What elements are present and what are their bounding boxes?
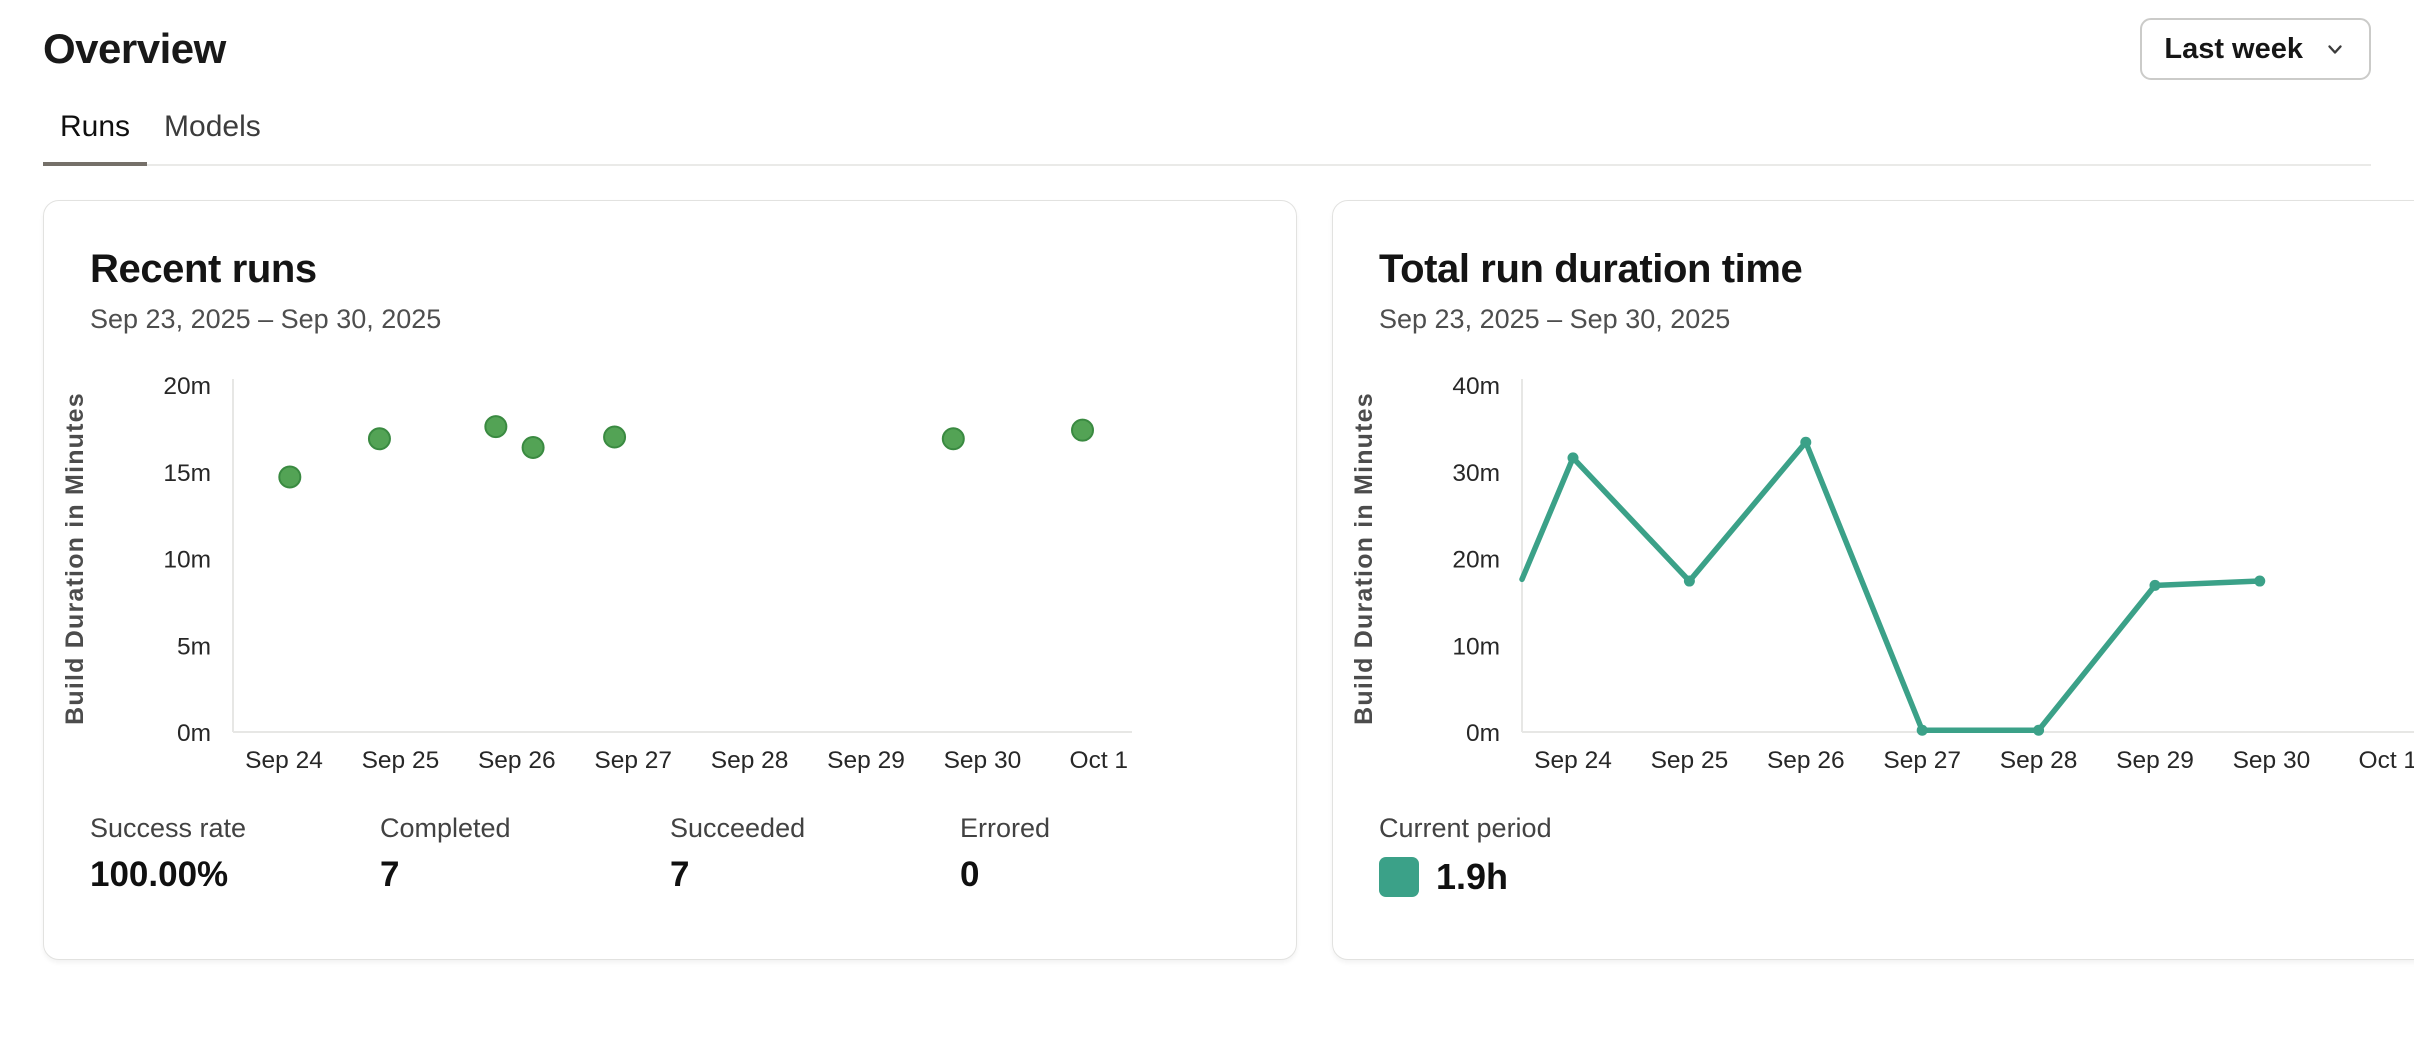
svg-text:Sep 29: Sep 29 xyxy=(827,747,905,774)
svg-text:Sep 29: Sep 29 xyxy=(2116,747,2194,774)
svg-text:Build Duration in Minutes: Build Duration in Minutes xyxy=(63,393,89,726)
stat-value: 100.00% xyxy=(90,855,380,895)
stat-value: 0 xyxy=(960,855,1250,895)
svg-text:Sep 26: Sep 26 xyxy=(478,747,556,774)
svg-text:Build Duration in Minutes: Build Duration in Minutes xyxy=(1352,393,1378,726)
stat-label: Succeeded xyxy=(670,812,960,844)
stat-completed: Completed 7 xyxy=(380,812,670,894)
svg-text:Sep 26: Sep 26 xyxy=(1767,747,1845,774)
stat-label: Errored xyxy=(960,812,1250,844)
period-selector-label: Last week xyxy=(2164,33,2303,66)
tab-runs[interactable]: Runs xyxy=(43,104,147,166)
stat-value: 7 xyxy=(380,855,670,895)
svg-text:40m: 40m xyxy=(1452,373,1500,400)
period-selector[interactable]: Last week xyxy=(2140,18,2371,80)
svg-text:Sep 30: Sep 30 xyxy=(944,747,1022,774)
stat-succeeded: Succeeded 7 xyxy=(670,812,960,894)
svg-text:Sep 27: Sep 27 xyxy=(594,747,672,774)
legend-label: Current period xyxy=(1379,812,2414,844)
stat-success-rate: Success rate 100.00% xyxy=(90,812,380,894)
svg-text:20m: 20m xyxy=(1452,547,1500,574)
overview-page: Overview Last week Runs Models Recent ru… xyxy=(0,0,2414,960)
total-duration-title: Total run duration time xyxy=(1379,245,2414,293)
chevron-down-icon xyxy=(2323,37,2347,61)
recent-runs-chart: 0m 5m 10m 15m 20m Sep 24 Sep 25 Sep 26 Sep 27 Sep… xyxy=(63,361,1250,786)
stat-label: Success rate xyxy=(90,812,380,844)
svg-text:Sep 27: Sep 27 xyxy=(1883,747,1961,774)
svg-text:Sep 24: Sep 24 xyxy=(1534,747,1612,774)
svg-text:Oct 1: Oct 1 xyxy=(1070,747,1129,774)
recent-runs-card: Recent runs Sep 23, 2025 – Sep 30, 2025 … xyxy=(43,200,1297,960)
svg-text:Sep 28: Sep 28 xyxy=(2000,747,2078,774)
svg-text:Sep 25: Sep 25 xyxy=(362,747,440,774)
svg-text:Sep 25: Sep 25 xyxy=(1651,747,1729,774)
total-duration-chart: 0m 10m 20m 30m 40m Sep 24 Sep 25 Sep 26 Sep 27 Se… xyxy=(1352,361,2414,786)
svg-text:5m: 5m xyxy=(177,634,211,661)
svg-text:30m: 30m xyxy=(1452,460,1500,487)
legend-row: 1.9h xyxy=(1379,856,2414,898)
recent-runs-title: Recent runs xyxy=(90,245,1250,293)
total-duration-date-range: Sep 23, 2025 – Sep 30, 2025 xyxy=(1379,303,2414,335)
svg-text:Oct 1: Oct 1 xyxy=(2359,747,2414,774)
tab-models[interactable]: Models xyxy=(147,104,278,166)
svg-text:Sep 24: Sep 24 xyxy=(245,747,323,774)
cards-row: Recent runs Sep 23, 2025 – Sep 30, 2025 … xyxy=(43,200,2371,960)
build-duration-line-plot: 0m 10m 20m 30m 40m Sep 24 Sep 25 Sep 26 Sep 27 Se… xyxy=(1352,361,2414,786)
run-stats: Success rate 100.00% Completed 7 Succeed… xyxy=(90,812,1250,894)
svg-text:10m: 10m xyxy=(163,547,211,574)
svg-text:Sep 30: Sep 30 xyxy=(2233,747,2311,774)
svg-text:15m: 15m xyxy=(163,460,211,487)
page-title: Overview xyxy=(43,25,226,73)
tab-bar: Runs Models xyxy=(43,104,2371,166)
svg-text:0m: 0m xyxy=(177,720,211,747)
stat-value: 7 xyxy=(670,855,960,895)
build-duration-scatter-plot: 0m 5m 10m 15m 20m Sep 24 Sep 25 Sep 26 Sep 27 Sep… xyxy=(63,361,1159,786)
page-header: Overview Last week xyxy=(43,0,2371,74)
svg-text:20m: 20m xyxy=(163,373,211,400)
recent-runs-date-range: Sep 23, 2025 – Sep 30, 2025 xyxy=(90,303,1250,335)
stat-errored: Errored 0 xyxy=(960,812,1250,894)
svg-text:Sep 28: Sep 28 xyxy=(711,747,789,774)
current-period-swatch xyxy=(1379,857,1419,897)
legend-value: 1.9h xyxy=(1436,856,1508,898)
svg-text:10m: 10m xyxy=(1452,634,1500,661)
total-duration-card: Total run duration time Sep 23, 2025 – S… xyxy=(1332,200,2414,960)
svg-text:0m: 0m xyxy=(1466,720,1500,747)
stat-label: Completed xyxy=(380,812,670,844)
